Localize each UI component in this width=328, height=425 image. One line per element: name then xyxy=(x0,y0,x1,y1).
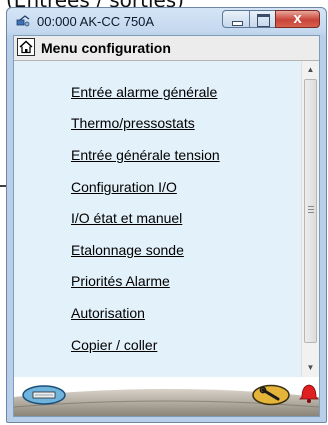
close-icon: x xyxy=(293,10,302,27)
keyboard-icon[interactable] xyxy=(22,385,66,405)
close-button[interactable]: x xyxy=(275,10,320,28)
maximize-icon xyxy=(257,14,270,27)
minimize-icon xyxy=(232,21,243,26)
scroll-up-arrow-icon[interactable]: ▲ xyxy=(302,62,319,78)
scroll-down-arrow-icon[interactable]: ▼ xyxy=(302,360,319,376)
client-area: Menu configuration Entrée alarme général… xyxy=(13,35,320,417)
maximize-button[interactable] xyxy=(249,10,275,28)
home-button[interactable] xyxy=(17,38,35,56)
home-icon xyxy=(19,40,33,54)
menu-item-io-etat-et-manuel[interactable]: I/O état et manuel xyxy=(71,210,182,226)
menu-item-copier-coller[interactable]: Copier / coller xyxy=(71,337,157,353)
menu-title: Menu configuration xyxy=(41,40,171,56)
app-network-icon xyxy=(16,15,30,27)
menu-item-etalonnage-sonde[interactable]: Etalonnage sonde xyxy=(71,242,184,258)
scrollbar-thumb[interactable] xyxy=(304,79,317,343)
menu-item-priorites-alarme[interactable]: Priorités Alarme xyxy=(71,273,170,289)
menu-item-entree-generale-tension[interactable]: Entrée générale tension xyxy=(71,147,220,163)
wrench-icon[interactable] xyxy=(252,384,290,406)
menu-item-thermo-pressostats[interactable]: Thermo/pressostats xyxy=(71,115,195,131)
vertical-scrollbar[interactable]: ▲ ▼ xyxy=(301,61,319,377)
menu-header: Menu configuration xyxy=(14,36,319,61)
scrollbar-grip-icon xyxy=(308,206,314,214)
title-bar[interactable]: 00:000 AK-CC 750A x xyxy=(7,8,326,34)
menu-item-autorisation[interactable]: Autorisation xyxy=(71,305,145,321)
bottom-bar-graphic xyxy=(14,384,319,416)
window-title: 00:000 AK-CC 750A xyxy=(37,14,155,29)
minimize-button[interactable] xyxy=(222,10,249,28)
bottom-bar xyxy=(14,377,319,416)
menu-item-entree-alarme-generale[interactable]: Entrée alarme générale xyxy=(71,84,217,100)
menu-item-configuration-io[interactable]: Configuration I/O xyxy=(71,179,177,195)
menu-list: Entrée alarme générale Thermo/pressostat… xyxy=(14,61,301,377)
app-window: 00:000 AK-CC 750A x Menu configuration E… xyxy=(6,7,327,423)
